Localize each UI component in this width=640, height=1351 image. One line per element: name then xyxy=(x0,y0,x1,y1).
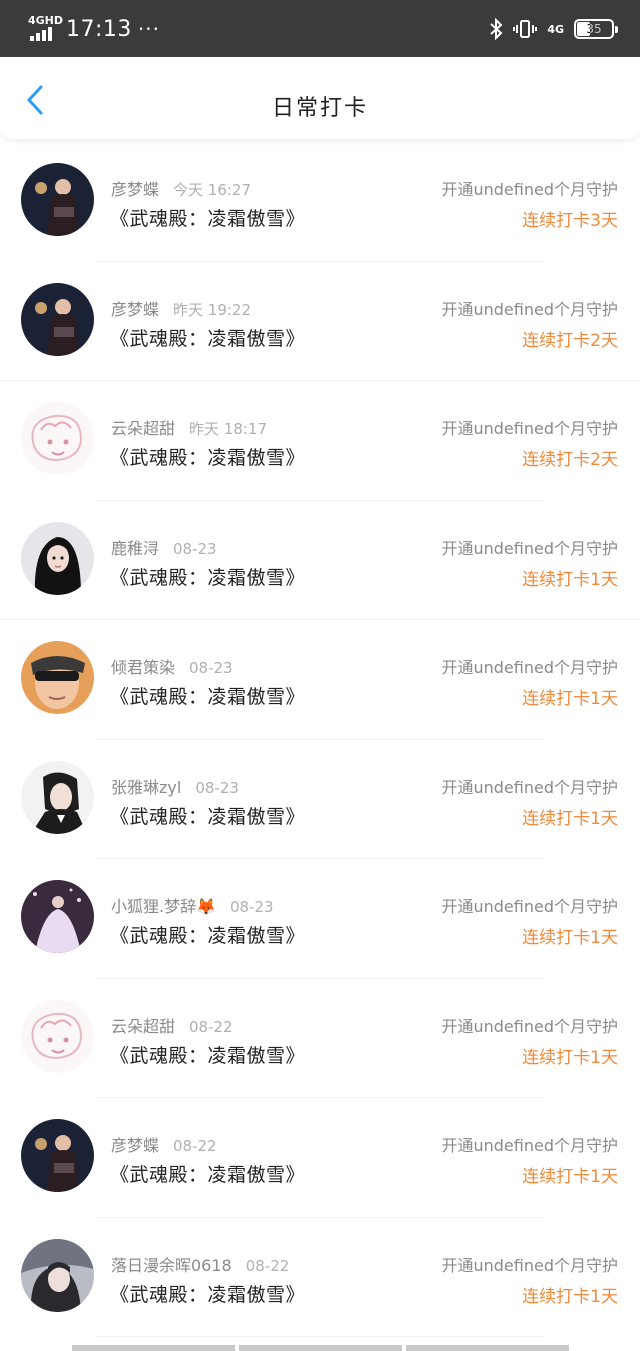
avatar[interactable] xyxy=(21,1119,94,1192)
more-notifications-icon: ··· xyxy=(137,17,160,41)
avatar[interactable] xyxy=(21,402,94,475)
avatar[interactable] xyxy=(21,641,94,714)
list-item[interactable]: 小狐狸.梦辞🦊 08-23 《武魂殿：凌霜傲雪》 开通undefined个月守护 … xyxy=(0,859,640,979)
guard-status: 开通undefined个月守护 xyxy=(441,1255,618,1275)
checkin-time: 08-22 xyxy=(189,1017,233,1036)
checkin-time: 08-23 xyxy=(195,778,239,797)
avatar[interactable] xyxy=(21,163,94,236)
avatar[interactable] xyxy=(21,1238,94,1312)
user-name[interactable]: 彦梦蝶 xyxy=(111,300,159,319)
book-title: 《武魂殿：凌霜傲雪》 xyxy=(110,447,306,469)
book-title: 《武魂殿：凌霜傲雪》 xyxy=(110,686,306,708)
checkin-list: 彦梦蝶 今天 16:27 《武魂殿：凌霜傲雪》 开通undefined个月守护 连… xyxy=(0,142,640,1337)
book-title: 《武魂殿：凌霜傲雪》 xyxy=(110,925,306,947)
list-item[interactable]: 张雅琳zyl 08-23 《武魂殿：凌霜傲雪》 开通undefined个月守护 连… xyxy=(0,740,640,860)
user-name[interactable]: 张雅琳zyl xyxy=(111,778,181,797)
book-title: 《武魂殿：凌霜傲雪》 xyxy=(110,208,306,230)
list-item[interactable]: 倾君策染 08-23 《武魂殿：凌霜傲雪》 开通undefined个月守护 连续打… xyxy=(0,620,640,740)
user-name[interactable]: 倾君策染 xyxy=(111,658,175,677)
checkin-time: 今天 16:27 xyxy=(173,181,252,199)
book-title: 《武魂殿：凌霜傲雪》 xyxy=(110,1044,306,1067)
book-title: 《武魂殿：凌霜傲雪》 xyxy=(110,1283,306,1306)
mobile-data-label: 4G xyxy=(547,22,564,36)
streak-label: 连续打卡1天 xyxy=(522,1047,618,1068)
guard-status: 开通undefined个月守护 xyxy=(441,419,618,438)
user-name[interactable]: 云朵超甜 xyxy=(111,1017,175,1036)
streak-label: 连续打卡1天 xyxy=(522,1286,618,1307)
avatar[interactable] xyxy=(21,880,94,953)
user-name[interactable]: 落日漫余晖0618 xyxy=(111,1256,232,1275)
battery-level: 35 xyxy=(586,22,602,36)
guard-status: 开通undefined个月守护 xyxy=(441,180,618,199)
streak-label: 连续打卡1天 xyxy=(522,689,618,709)
mobile-data-icon: 4G xyxy=(547,15,564,43)
battery-icon: 35 xyxy=(574,19,618,39)
streak-label: 连续打卡1天 xyxy=(522,569,618,590)
avatar[interactable] xyxy=(21,999,94,1073)
list-item[interactable]: 彦梦蝶 昨天 19:22 《武魂殿：凌霜傲雪》 开通undefined个月守护 连… xyxy=(0,262,640,382)
avatar[interactable] xyxy=(21,521,94,595)
status-bar: 4GHD 17:13 ··· 4G 35 xyxy=(0,0,640,57)
guard-status: 开通undefined个月守护 xyxy=(441,299,618,319)
checkin-time: 08-23 xyxy=(173,539,217,558)
list-item[interactable]: 鹿稚浔 08-23 《武魂殿：凌霜傲雪》 开通undefined个月守护 连续打卡… xyxy=(0,501,640,621)
list-item[interactable]: 彦梦蝶 今天 16:27 《武魂殿：凌霜傲雪》 开通undefined个月守护 连… xyxy=(0,142,640,262)
streak-label: 连续打卡1天 xyxy=(522,808,618,829)
guard-status: 开通undefined个月守护 xyxy=(441,1136,618,1155)
guard-status: 开通undefined个月守护 xyxy=(441,538,618,558)
bottom-scroll-indicator xyxy=(72,1345,569,1351)
page-title: 日常打卡 xyxy=(271,96,368,121)
checkin-time: 08-23 xyxy=(189,659,233,677)
checkin-time: 08-22 xyxy=(173,1137,217,1155)
network-type-label: 4GHD xyxy=(28,14,64,27)
book-title: 《武魂殿：凌霜傲雪》 xyxy=(110,327,306,350)
list-item[interactable]: 云朵超甜 昨天 18:17 《武魂殿：凌霜傲雪》 开通undefined个月守护 … xyxy=(0,381,640,501)
streak-label: 连续打卡3天 xyxy=(522,211,618,231)
guard-status: 开通undefined个月守护 xyxy=(441,658,618,677)
checkin-time: 08-23 xyxy=(230,898,274,916)
avatar[interactable] xyxy=(21,760,94,834)
avatar[interactable] xyxy=(21,282,94,356)
checkin-time: 08-22 xyxy=(245,1256,290,1275)
vibrate-icon xyxy=(513,15,538,43)
book-title: 《武魂殿：凌霜傲雪》 xyxy=(110,1164,306,1186)
guard-status: 开通undefined个月守护 xyxy=(441,777,618,797)
page-header: 日常打卡 xyxy=(0,57,640,139)
user-name[interactable]: 彦梦蝶 xyxy=(111,1136,159,1155)
streak-label: 连续打卡2天 xyxy=(522,330,618,351)
bluetooth-icon xyxy=(489,15,503,43)
list-item[interactable]: 落日漫余晖0618 08-22 《武魂殿：凌霜傲雪》 开通undefined个月守… xyxy=(0,1218,640,1338)
streak-label: 连续打卡2天 xyxy=(522,450,618,470)
user-name[interactable]: 彦梦蝶 xyxy=(111,180,159,199)
user-name[interactable]: 小狐狸.梦辞🦊 xyxy=(111,897,216,916)
user-name[interactable]: 云朵超甜 xyxy=(111,419,175,438)
book-title: 《武魂殿：凌霜傲雪》 xyxy=(110,566,306,589)
book-title: 《武魂殿：凌霜傲雪》 xyxy=(110,805,306,828)
checkin-time: 昨天 19:22 xyxy=(173,300,252,319)
guard-status: 开通undefined个月守护 xyxy=(441,1016,618,1036)
checkin-time: 昨天 18:17 xyxy=(189,420,268,438)
streak-label: 连续打卡1天 xyxy=(522,928,618,948)
list-item[interactable]: 彦梦蝶 08-22 《武魂殿：凌霜傲雪》 开通undefined个月守护 连续打卡… xyxy=(0,1098,640,1218)
list-item[interactable]: 云朵超甜 08-22 《武魂殿：凌霜傲雪》 开通undefined个月守护 连续打… xyxy=(0,979,640,1099)
status-time: 17:13 xyxy=(66,16,132,42)
streak-label: 连续打卡1天 xyxy=(522,1167,618,1187)
user-name[interactable]: 鹿稚浔 xyxy=(111,539,159,558)
guard-status: 开通undefined个月守护 xyxy=(441,897,618,916)
network-signal-icon: 4GHD xyxy=(28,14,64,43)
